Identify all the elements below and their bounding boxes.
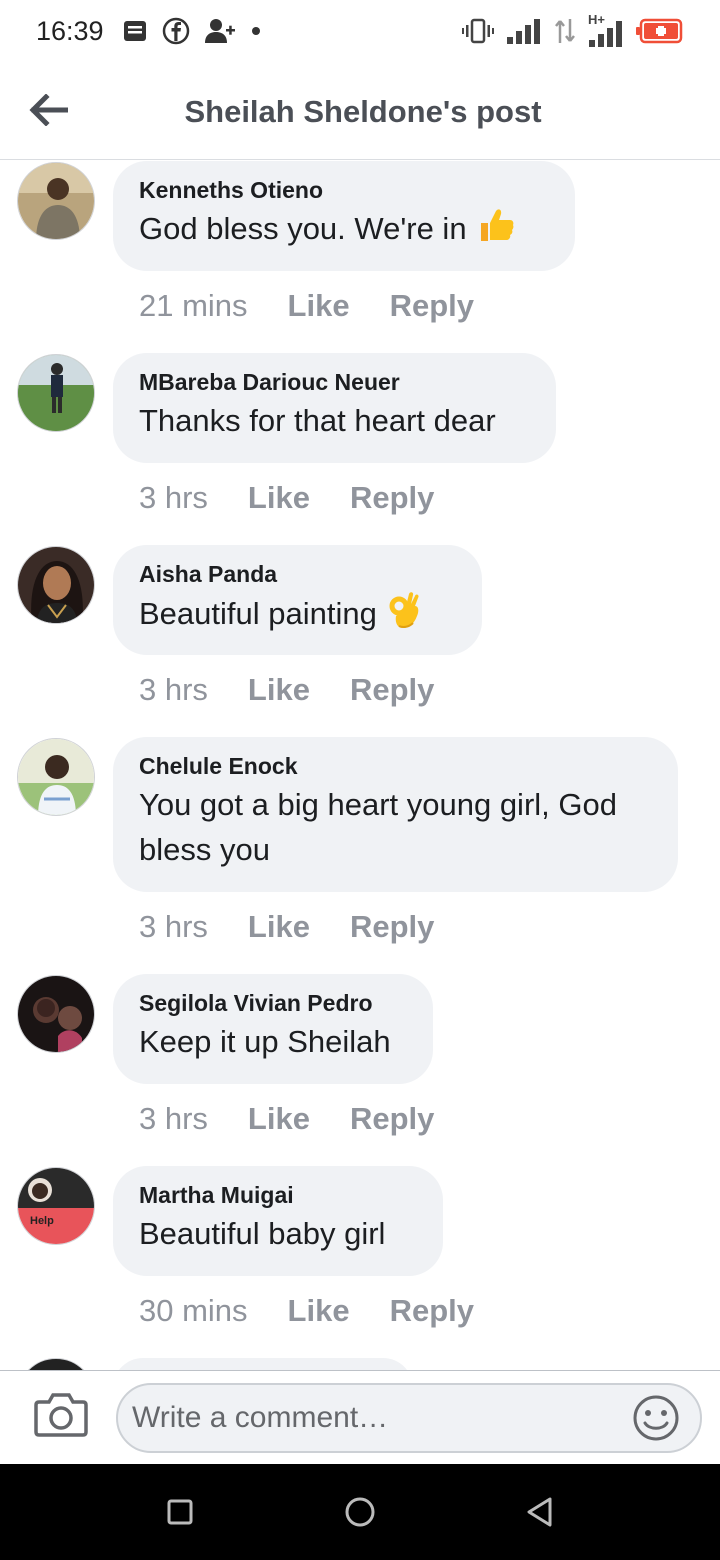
add-person-icon [204,17,236,50]
back-triangle-icon [527,1497,552,1527]
avatar[interactable] [17,162,95,240]
like-button[interactable]: Like [248,672,310,708]
comment-actions: 3 hrs Like Reply [139,672,434,708]
recents-button[interactable] [160,1492,200,1532]
comment-author[interactable]: Chelule Enock [139,751,652,781]
status-left-icons [122,17,262,50]
comment-composer [0,1370,720,1464]
post-comments-screen: 16:39 H+ Sheilah Sheldone's post Kenneth… [0,0,720,1560]
comment-author[interactable]: Aisha Panda [139,559,456,589]
comment-time: 30 mins [139,1293,248,1328]
comment-text: You got a big heart young girl, God bles… [139,787,617,867]
status-time: 16:39 [36,16,104,46]
like-button[interactable]: Like [248,480,310,516]
comment-bubble[interactable]: Segilola Vivian Pedro Keep it up Sheilah [113,974,433,1084]
comment-text-content: God bless you. We're in [139,211,467,247]
battery-icon [636,17,684,50]
status-right-icons: H+ [462,12,684,50]
reply-button[interactable]: Reply [350,480,434,516]
hplus-signal-icon: H+ [588,12,624,48]
emoji-button[interactable] [631,1393,681,1443]
recents-square-icon [167,1499,193,1525]
like-button[interactable]: Like [288,1293,350,1329]
reply-button[interactable]: Reply [390,288,474,324]
comment-text: God bless you. We're in [139,206,549,256]
status-bar: 16:39 H+ [0,0,720,66]
comment-time: 3 hrs [139,672,208,707]
comment-text: Keep it up Sheilah [139,1024,391,1059]
avatar[interactable] [17,1358,95,1370]
dot-icon [250,24,262,42]
comment-bubble[interactable]: Aisha Panda Beautiful painting [113,545,482,655]
like-button[interactable]: Like [248,1101,310,1137]
avatar[interactable]: Help [17,1167,95,1245]
camera-button[interactable] [34,1391,88,1439]
comment-author[interactable]: Segilola Vivian Pedro [139,988,407,1018]
comment-bubble[interactable]: Martha Muigai Beautiful baby girl [113,1166,443,1276]
avatar[interactable] [17,546,95,624]
comment-text: Beautiful painting [139,590,456,642]
back-nav-button[interactable] [520,1492,560,1532]
comment-text-content: Beautiful painting [139,596,377,632]
comment-time: 3 hrs [139,1101,208,1136]
comment-bubble[interactable]: Kenneths Otieno God bless you. We're in [113,161,575,271]
comment-author[interactable]: Kenneths Otieno [139,175,549,205]
comment-actions: 21 mins Like Reply [139,288,474,324]
avatar-badge-text: Help [30,1215,54,1227]
smiley-icon [633,1395,679,1441]
comment-author[interactable]: Martha Muigai [139,1180,417,1210]
home-circle-icon [345,1497,375,1527]
avatar[interactable] [17,354,95,432]
avatar[interactable] [17,975,95,1053]
like-button[interactable]: Like [288,288,350,324]
home-button[interactable] [340,1492,380,1532]
app-header: Sheilah Sheldone's post [0,66,720,160]
comment-time: 21 mins [139,288,248,323]
reply-button[interactable]: Reply [350,672,434,708]
avatar[interactable] [17,738,95,816]
notes-icon [122,19,148,48]
comment-bubble[interactable]: Chelule Enock You got a big heart young … [113,737,678,892]
signal-icon [506,17,542,50]
data-arrows-icon [554,17,576,50]
comment-actions: 30 mins Like Reply [139,1293,474,1329]
comment-time: 3 hrs [139,909,208,944]
system-nav-bar [0,1464,720,1560]
page-title: Sheilah Sheldone's post [184,94,542,129]
comment-bubble[interactable]: MBareba Dariouc Neuer Thanks for that he… [113,353,556,463]
comment-actions: 3 hrs Like Reply [139,1101,434,1137]
reply-button[interactable]: Reply [350,909,434,945]
vibrate-icon [462,17,494,50]
comment-time: 3 hrs [139,480,208,515]
comment-bubble[interactable] [113,1358,413,1370]
like-button[interactable]: Like [248,909,310,945]
thumbs-up-icon [477,206,515,256]
facebook-icon [162,17,190,50]
reply-button[interactable]: Reply [390,1293,474,1329]
camera-icon [34,1393,88,1437]
comment-actions: 3 hrs Like Reply [139,909,434,945]
comment-text: Beautiful baby girl [139,1216,386,1251]
reply-button[interactable]: Reply [350,1101,434,1137]
comment-actions: 3 hrs Like Reply [139,480,434,516]
comment-input[interactable] [116,1383,702,1453]
comment-text: Thanks for that heart dear [139,403,496,438]
ok-hand-icon [387,590,421,642]
comment-author[interactable]: MBareba Dariouc Neuer [139,367,530,397]
comment-list[interactable]: Kenneths Otieno God bless you. We're in … [0,161,720,1370]
